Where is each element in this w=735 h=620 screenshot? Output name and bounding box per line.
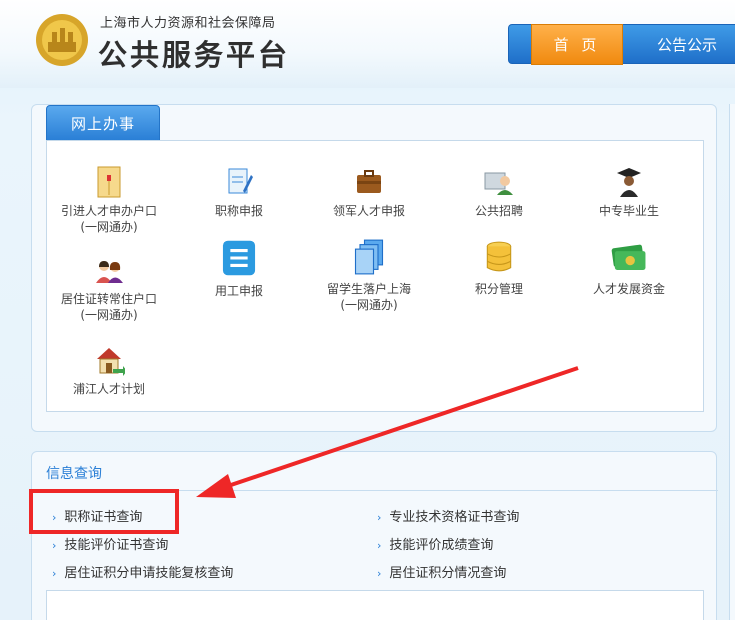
database-icon [486, 241, 512, 272]
service-label: 人才发展资金 [592, 282, 665, 296]
org-name: 上海市人力资源和社会保障局 [100, 16, 276, 31]
house-icon [97, 348, 125, 376]
link-professional-qualification-query[interactable]: › 专业技术资格证书查询 [377, 506, 519, 525]
service-introduce-talent-hukou[interactable]: 引进人才申办户口 (一网通办) [44, 165, 174, 235]
service-label: 职称申报 [214, 204, 263, 218]
nav-notice-link[interactable]: 公告公示 [657, 25, 717, 65]
nav-home-button[interactable]: 首 页 [531, 24, 623, 65]
service-label: 中专毕业生 [598, 204, 659, 218]
service-title-application[interactable]: 职称申报 [174, 165, 304, 219]
right-side-panel-edge [729, 104, 735, 620]
service-leading-talent[interactable]: 领军人才申报 [304, 165, 434, 219]
chevron-right-icon: › [377, 511, 382, 524]
service-residence-to-hukou[interactable]: 居住证转常住户口 (一网通办) [44, 253, 174, 323]
link-residence-points-status-query[interactable]: › 居住证积分情况查询 [377, 562, 506, 581]
header: 上海市人力资源和社会保障局 公共服务平台 首 页 公告公示 [0, 0, 735, 88]
service-label: 引进人才申办户口 [60, 204, 157, 218]
service-label: 居住证转常住户口 [60, 292, 157, 306]
service-technical-graduates[interactable]: 中专毕业生 [564, 165, 694, 219]
highlight-box [29, 489, 179, 534]
service-public-recruitment[interactable]: 公共招聘 [434, 165, 564, 219]
document-pen-icon [228, 168, 253, 194]
service-overseas-students[interactable]: 留学生落户上海 (一网通办) [304, 237, 434, 313]
emblem-logo-icon [36, 14, 88, 66]
info-query-title: 信息查询 [46, 466, 102, 482]
money-icon [611, 244, 646, 270]
service-label: 留学生落户上海 [326, 282, 411, 296]
chevron-right-icon: › [377, 539, 382, 552]
online-services-panel: 网上办事 引进人才申办户口 (一网通办) 职称申报 领军人才申报 公共招聘 中专… [31, 104, 717, 432]
info-query-panel: 信息查询 › 职称证书查询 › 专业技术资格证书查询 › 技能评价证书查询 › 技能评价… [31, 451, 718, 620]
service-label: 积分管理 [474, 282, 523, 296]
briefcase-icon [357, 170, 381, 193]
service-employment-filing[interactable]: 用工申报 [174, 237, 304, 299]
service-points-management[interactable]: 积分管理 [434, 237, 564, 297]
envelope-icon [97, 166, 121, 198]
service-label: 用工申报 [214, 284, 263, 298]
list-icon [222, 240, 256, 276]
service-sublabel: (一网通办) [340, 298, 398, 312]
service-label: 公共招聘 [474, 204, 523, 218]
service-label: 领军人才申报 [332, 204, 405, 218]
service-pujiang-talent[interactable]: 浦江人才计划 [44, 343, 174, 397]
site-title: 公共服务平台 [98, 38, 291, 72]
chevron-right-icon: › [52, 539, 57, 552]
link-skill-certificate-query[interactable]: › 技能评价证书查询 [52, 534, 168, 553]
service-sublabel: (一网通办) [80, 220, 138, 234]
chevron-right-icon: › [377, 567, 382, 580]
tab-online-services[interactable]: 网上办事 [46, 105, 160, 141]
family-icon [96, 261, 123, 283]
graduate-icon [617, 168, 641, 197]
link-skill-score-query[interactable]: › 技能评价成绩查询 [377, 534, 493, 553]
service-sublabel: (一网通办) [80, 308, 138, 322]
stacked-docs-icon [354, 239, 384, 275]
link-residence-points-review-query[interactable]: › 居住证积分申请技能复核查询 [52, 562, 233, 581]
service-talent-fund[interactable]: 人才发展资金 [564, 237, 694, 297]
content-area [46, 590, 704, 620]
chevron-right-icon: › [52, 567, 57, 580]
service-label: 浦江人才计划 [72, 382, 145, 396]
services-grid: 引进人才申办户口 (一网通办) 职称申报 领军人才申报 公共招聘 中专毕业生 居… [46, 140, 704, 412]
top-nav: 首 页 公告公示 [508, 24, 735, 65]
recruit-person-icon [484, 172, 513, 195]
